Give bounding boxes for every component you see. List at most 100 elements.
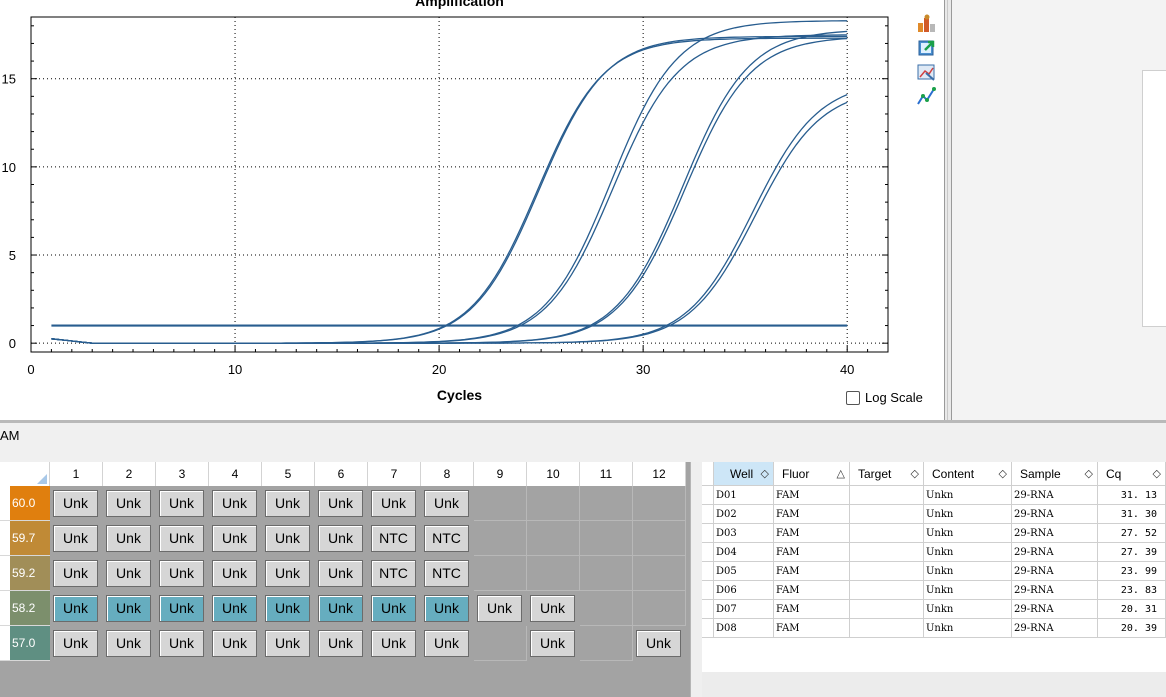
plate-well[interactable]: Unk [262,486,315,521]
table-cell-fluor[interactable]: FAM [774,524,850,543]
table-cell-target[interactable] [850,543,924,562]
vertical-splitter[interactable] [944,0,952,420]
table-cell-fluor[interactable]: FAM [774,600,850,619]
table-cell-cq[interactable]: 23. 99 [1098,562,1166,581]
plate-well[interactable]: Unk [156,556,209,591]
table-cell-target[interactable] [850,505,924,524]
plate-column-header[interactable]: 11 [580,462,633,486]
plate-well[interactable]: Unk [421,626,474,661]
plate-well[interactable]: Unk [209,486,262,521]
plate-well[interactable]: NTC [368,556,421,591]
table-cell-cq[interactable]: 31. 30 [1098,505,1166,524]
table-cell-fluor[interactable]: FAM [774,619,850,638]
table-cell-target[interactable] [850,619,924,638]
plate-well-empty[interactable] [527,521,580,556]
plate-column-header[interactable]: 1 [50,462,103,486]
plate-well-empty[interactable] [633,486,686,521]
plate-well[interactable]: Unk [315,556,368,591]
plate-column-header[interactable]: 4 [209,462,262,486]
plate-well[interactable]: Unk [103,521,156,556]
table-cell-content[interactable]: Unkn [924,543,1012,562]
table-cell-cq[interactable]: 20. 39 [1098,619,1166,638]
plate-well-empty[interactable] [527,486,580,521]
table-cell-sample[interactable]: 29-RNA [1012,581,1098,600]
plate-table-splitter[interactable] [690,462,702,697]
plate-row-header[interactable]: 58.2 [0,591,50,626]
plate-well[interactable]: Unk [103,556,156,591]
plate-well[interactable]: Unk [50,626,103,661]
plate-well[interactable]: Unk [527,591,580,626]
table-row-selector[interactable] [702,524,714,543]
table-cell-content[interactable]: Unkn [924,600,1012,619]
plate-well[interactable]: Unk [50,486,103,521]
plate-row-header[interactable]: 57.0 [0,626,50,661]
plate-row-header[interactable]: 59.7 [0,521,50,556]
plate-well-empty[interactable] [527,556,580,591]
table-cell-well[interactable]: D04 [714,543,774,562]
table-cell-fluor[interactable]: FAM [774,505,850,524]
plate-well-empty[interactable] [474,626,527,661]
table-cell-content[interactable]: Unkn [924,486,1012,505]
table-cell-sample[interactable]: 29-RNA [1012,619,1098,638]
table-cell-well[interactable]: D05 [714,562,774,581]
plate-well-empty[interactable] [580,626,633,661]
export-icon[interactable] [916,38,938,58]
table-column-header[interactable]: Target ◇ [850,462,924,486]
table-column-header[interactable]: Content ◇ [924,462,1012,486]
plate-well[interactable]: Unk [103,486,156,521]
table-cell-well[interactable]: D01 [714,486,774,505]
plate-column-header[interactable]: 3 [156,462,209,486]
plate-well[interactable]: Unk [50,591,103,626]
plate-well-empty[interactable] [633,591,686,626]
plate-well-empty[interactable] [580,486,633,521]
plate-well[interactable]: Unk [156,521,209,556]
plate-column-header[interactable]: 8 [421,462,474,486]
plate-column-header[interactable]: 10 [527,462,580,486]
table-column-header[interactable]: Cq ◇ [1098,462,1166,486]
log-scale-toggle[interactable]: Log Scale [846,390,923,405]
table-cell-content[interactable]: Unkn [924,524,1012,543]
table-cell-content[interactable]: Unkn [924,619,1012,638]
plate-well[interactable]: Unk [368,486,421,521]
table-cell-fluor[interactable]: FAM [774,486,850,505]
plate-well[interactable]: Unk [209,521,262,556]
trace-styles-icon[interactable] [916,86,938,106]
table-row-selector[interactable] [702,600,714,619]
table-cell-target[interactable] [850,562,924,581]
table-row-selector[interactable] [702,543,714,562]
plate-well[interactable]: Unk [368,591,421,626]
table-cell-target[interactable] [850,600,924,619]
table-cell-fluor[interactable]: FAM [774,543,850,562]
table-cell-sample[interactable]: 29-RNA [1012,543,1098,562]
plate-column-header[interactable]: 12 [633,462,686,486]
table-cell-cq[interactable]: 20. 31 [1098,600,1166,619]
plate-column-header[interactable]: 9 [474,462,527,486]
plate-well[interactable]: Unk [262,521,315,556]
log-scale-checkbox[interactable] [846,390,860,405]
table-column-header[interactable]: Sample ◇ [1012,462,1098,486]
plate-corner-select-all[interactable] [0,462,50,486]
plate-well[interactable]: NTC [368,521,421,556]
plate-well[interactable]: Unk [421,486,474,521]
plate-row-header[interactable]: 59.2 [0,556,50,591]
plate-well[interactable]: Unk [315,521,368,556]
plate-well-empty[interactable] [633,556,686,591]
table-cell-well[interactable]: D02 [714,505,774,524]
table-cell-well[interactable]: D08 [714,619,774,638]
table-cell-content[interactable]: Unkn [924,581,1012,600]
fluor-selector-label[interactable]: AM [0,428,20,443]
plate-well[interactable]: Unk [156,591,209,626]
table-cell-well[interactable]: D03 [714,524,774,543]
plate-well[interactable]: Unk [474,591,527,626]
plate-well[interactable]: Unk [262,591,315,626]
table-cell-target[interactable] [850,486,924,505]
plate-well[interactable]: Unk [209,591,262,626]
plate-well[interactable]: Unk [103,626,156,661]
plate-well-empty[interactable] [580,521,633,556]
table-column-header[interactable]: Fluor △ [774,462,850,486]
table-row-selector[interactable] [702,581,714,600]
plate-well[interactable]: Unk [421,591,474,626]
plate-well[interactable]: Unk [262,556,315,591]
plate-well[interactable]: Unk [315,486,368,521]
plate-well[interactable]: Unk [209,626,262,661]
